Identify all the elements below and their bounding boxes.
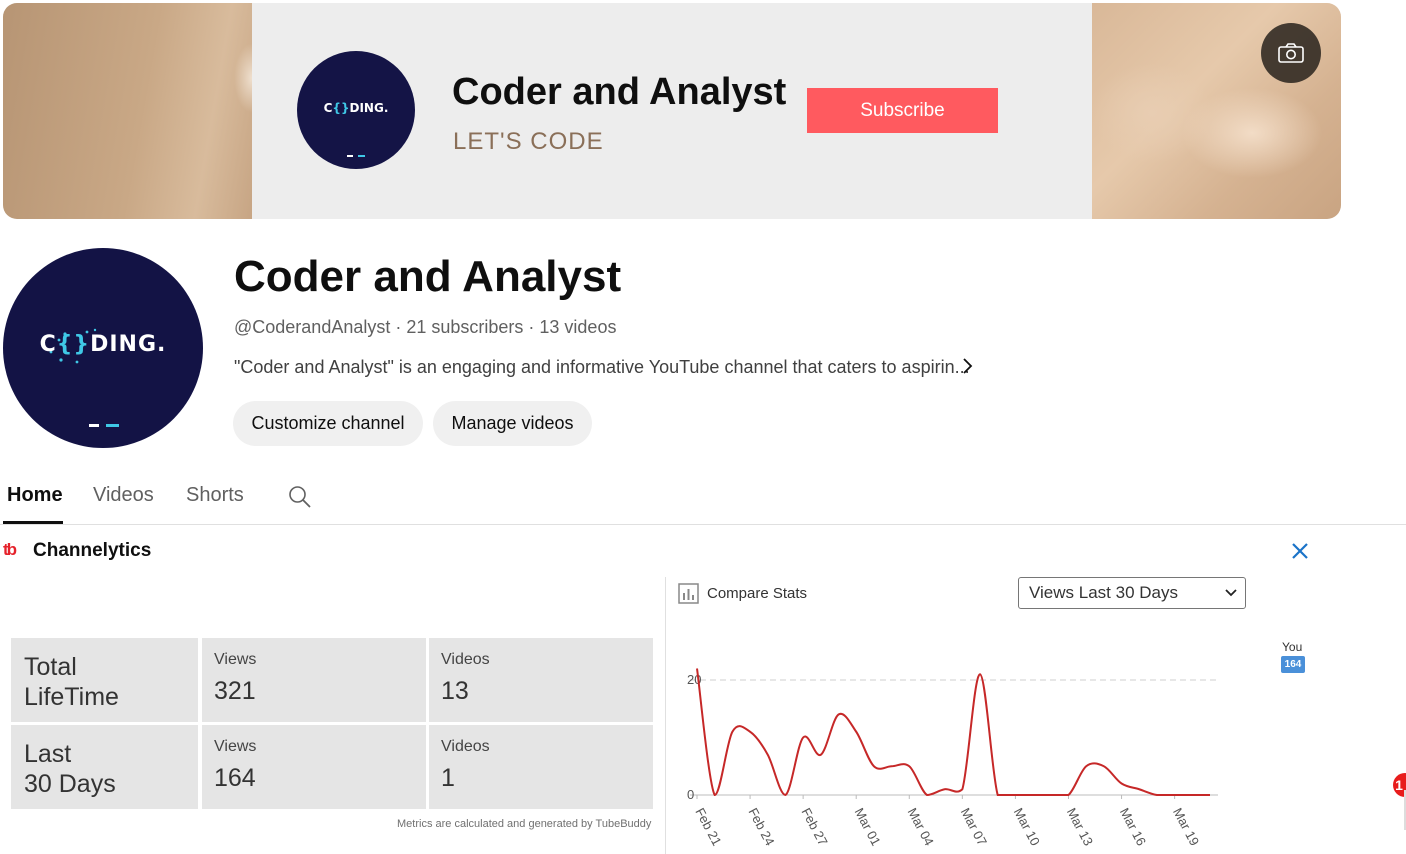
stats-cell-videos: Videos 1 xyxy=(429,725,653,809)
banner-logo-text: C{}DING. xyxy=(323,101,389,115)
camera-icon xyxy=(1278,43,1304,63)
metrics-note: Metrics are calculated and generated by … xyxy=(397,818,652,830)
logo-dashes xyxy=(347,155,365,157)
x-tick-label: Feb 27 xyxy=(798,805,830,848)
x-tick-label: Mar 01 xyxy=(852,805,884,848)
stats-row-label: Total LifeTime xyxy=(11,638,198,722)
x-tick-label: Mar 19 xyxy=(1170,805,1202,848)
banner-subscribe-button: Subscribe xyxy=(807,88,998,133)
stats-videos-label: Videos xyxy=(441,738,490,755)
stats-videos-value: 1 xyxy=(441,764,455,792)
stats-label-line2: LifeTime xyxy=(24,683,119,711)
banner-left-image xyxy=(3,3,252,219)
stats-cell-views: Views 164 xyxy=(202,725,426,809)
channel-avatar[interactable]: C{}DING. xyxy=(3,248,203,448)
x-tick-label: Mar 04 xyxy=(905,805,937,848)
banner-logo: C{}DING. xyxy=(297,51,415,169)
series-line-you xyxy=(696,668,1210,797)
legend-label: You xyxy=(1282,640,1303,654)
stats-label-line1: Last xyxy=(24,740,72,768)
stats-row-label: Last 30 Days xyxy=(11,725,198,809)
edit-banner-button[interactable] xyxy=(1261,23,1321,83)
stats-label-line1: Total xyxy=(24,653,77,681)
banner-title: Coder and Analyst xyxy=(452,71,787,113)
tabs-divider xyxy=(0,524,1406,525)
x-tick-label: Mar 13 xyxy=(1064,805,1096,848)
compare-stats-link[interactable]: Compare Stats xyxy=(707,585,807,602)
logo-dashes xyxy=(89,424,119,427)
search-icon[interactable] xyxy=(287,484,313,510)
legend-value-badge: 164 xyxy=(1281,656,1305,673)
channel-title: Coder and Analyst xyxy=(234,252,622,301)
x-tick-label: Mar 07 xyxy=(958,805,990,848)
stats-label-line2: 30 Days xyxy=(24,770,116,798)
metric-period-select[interactable]: Views Last 30 Days xyxy=(1018,577,1246,609)
manage-videos-button[interactable]: Manage videos xyxy=(433,401,592,446)
bar-chart-icon[interactable] xyxy=(678,583,699,604)
x-tick-label: Feb 21 xyxy=(692,805,724,848)
tab-videos[interactable]: Videos xyxy=(93,484,154,507)
stats-cell-views: Views 321 xyxy=(202,638,426,722)
x-tick-label: Mar 16 xyxy=(1117,805,1149,848)
panel-divider xyxy=(665,577,666,854)
metric-period-value: Views Last 30 Days xyxy=(1029,583,1178,602)
customize-channel-button[interactable]: Customize channel xyxy=(233,401,423,446)
channelytics-title: Channelytics xyxy=(33,540,152,561)
y-tick-label: 0 xyxy=(687,787,694,802)
channel-banner: C{}DING. Coder and Analyst LET'S CODE Su… xyxy=(3,3,1341,219)
stats-views-label: Views xyxy=(214,651,257,668)
channel-meta: @CoderandAnalyst · 21 subscribers · 13 v… xyxy=(234,317,617,337)
stats-views-label: Views xyxy=(214,738,257,755)
stats-videos-value: 13 xyxy=(441,677,469,705)
chevron-down-icon xyxy=(1225,589,1237,597)
stats-views-value: 164 xyxy=(214,764,256,792)
channel-avatar-logo-text: C{}DING. xyxy=(39,332,167,357)
banner-tagline: LET'S CODE xyxy=(453,128,604,155)
tubebuddy-logo: tb xyxy=(3,540,17,559)
x-tick-label: Mar 10 xyxy=(1011,805,1043,848)
chevron-right-icon[interactable] xyxy=(960,356,976,376)
views-line-chart: 020Feb 21 Feb 24 Feb 27 Mar 01 Mar 04 Mar 07 M… xyxy=(687,668,1218,848)
x-tick-label: Feb 24 xyxy=(745,805,777,848)
channel-description[interactable]: "Coder and Analyst" is an engaging and i… xyxy=(234,357,970,378)
tab-home[interactable]: Home xyxy=(7,484,63,507)
stats-views-value: 321 xyxy=(214,677,256,705)
tab-shorts[interactable]: Shorts xyxy=(186,484,244,507)
stats-cell-videos: Videos 13 xyxy=(429,638,653,722)
stats-videos-label: Videos xyxy=(441,651,490,668)
close-icon[interactable] xyxy=(1290,541,1310,561)
